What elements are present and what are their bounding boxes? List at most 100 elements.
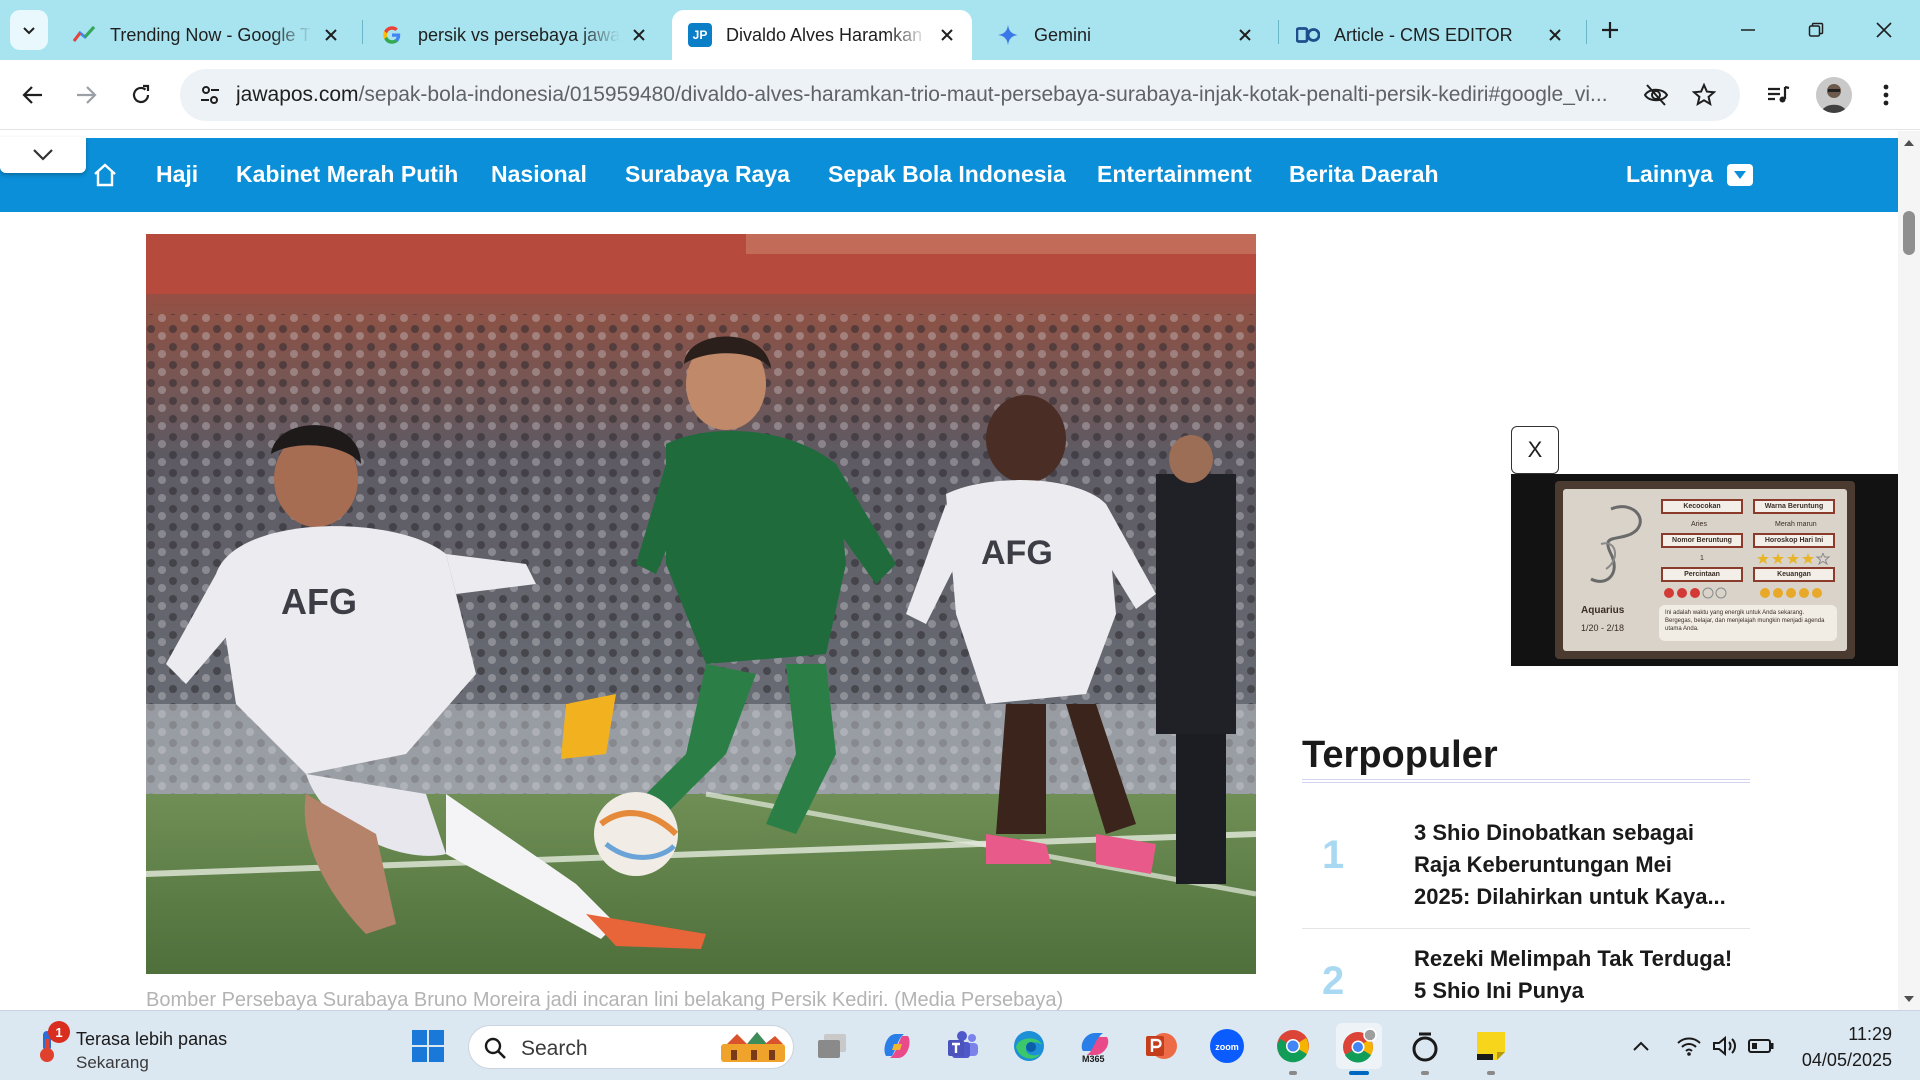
close-icon[interactable]: [1544, 24, 1566, 46]
divider: [1302, 928, 1750, 929]
tab-search-button[interactable]: [10, 10, 48, 50]
speaker-icon: [1713, 1035, 1736, 1057]
taskbar-search[interactable]: Search: [468, 1025, 794, 1069]
show-hidden-icons-button[interactable]: [1626, 1031, 1656, 1061]
windows-logo-icon: [412, 1030, 444, 1062]
jersey-text: AFG: [281, 581, 357, 622]
scrollbar-thumb[interactable]: [1903, 211, 1915, 255]
teams-app[interactable]: [940, 1023, 986, 1069]
address-bar[interactable]: jawapos.com/sepak-bola-indonesia/0159594…: [180, 69, 1740, 121]
url-path: /sepak-bola-indonesia/015959480/divaldo-…: [358, 83, 1608, 106]
chrome-menu-button[interactable]: [1866, 75, 1906, 115]
tab-title: Divaldo Alves Haramkan: [726, 24, 923, 45]
tab-gemini[interactable]: Gemini: [980, 10, 1270, 60]
nav-item-nasional[interactable]: Nasional: [491, 161, 587, 188]
bookmark-button[interactable]: [1688, 79, 1720, 111]
ad-value: Aries: [1691, 521, 1707, 528]
aquarius-illustration-icon: [1590, 505, 1642, 583]
site-info-button[interactable]: [192, 77, 228, 113]
clock-time: 11:29: [1848, 1024, 1892, 1044]
football-match-photo: AFG AFG: [146, 234, 1256, 974]
scroll-down-icon[interactable]: [1903, 993, 1915, 1005]
close-icon[interactable]: [320, 24, 342, 46]
arrow-left-icon: [22, 86, 42, 104]
tab-title: Gemini: [1034, 24, 1092, 45]
image-caption: Bomber Persebaya Surabaya Bruno Moreira …: [146, 989, 1064, 1010]
arrow-right-icon: [77, 86, 97, 104]
home-link[interactable]: [88, 158, 122, 192]
scroll-up-icon[interactable]: [1903, 137, 1915, 149]
svg-text:zoom: zoom: [1215, 1042, 1239, 1052]
ad-dates: 1/20 - 2/18: [1581, 623, 1625, 633]
nav-item-entertainment[interactable]: Entertainment: [1097, 161, 1252, 188]
restore-icon: [1808, 22, 1824, 37]
page-scrollbar[interactable]: [1898, 131, 1920, 1010]
url-text[interactable]: jawapos.com/sepak-bola-indonesia/0159594…: [236, 83, 1626, 107]
collapse-toggle-button[interactable]: [0, 137, 86, 173]
google-trends-icon: [72, 23, 96, 47]
nav-more-dropdown[interactable]: Lainnya: [1626, 161, 1753, 188]
reload-button[interactable]: [121, 75, 161, 115]
popular-rank: 2: [1322, 959, 1345, 1003]
system-clock[interactable]: 11:29 04/05/2025: [1780, 1021, 1892, 1073]
chrome-app[interactable]: [1270, 1023, 1316, 1075]
tab-persik-search[interactable]: persik vs persebaya jawa: [364, 10, 664, 60]
tab-separator: [1586, 20, 1587, 44]
m365-app[interactable]: M365: [1072, 1023, 1118, 1069]
profile-avatar[interactable]: [1816, 77, 1852, 113]
volume-button[interactable]: [1708, 1031, 1742, 1061]
minimize-button[interactable]: [1714, 0, 1782, 60]
copilot-app[interactable]: [874, 1023, 920, 1069]
network-button[interactable]: [1672, 1031, 1706, 1061]
chevron-up-icon: [1633, 1041, 1649, 1051]
sticky-notes-app[interactable]: [1468, 1023, 1514, 1075]
task-view-button[interactable]: [809, 1023, 855, 1069]
sticky-notes-icon: [1477, 1032, 1505, 1060]
copilot-ring-app[interactable]: [1402, 1023, 1448, 1075]
nav-item-kabinet-merah-putih[interactable]: Kabinet Merah Putih: [236, 161, 458, 188]
close-icon[interactable]: [936, 24, 958, 46]
ring-app-icon: [1412, 1032, 1438, 1062]
chevron-down-icon: [23, 27, 35, 35]
popular-headline[interactable]: Rezeki Melimpah Tak Terduga! 5 Shio Ini …: [1414, 943, 1734, 1007]
chrome-profile-app[interactable]: [1336, 1023, 1382, 1075]
close-icon[interactable]: [628, 24, 650, 46]
battery-button[interactable]: [1744, 1031, 1778, 1061]
popular-headline[interactable]: 3 Shio Dinobatkan sebagai Raja Keberuntu…: [1414, 817, 1734, 913]
article-hero-image: AFG AFG: [146, 234, 1256, 974]
new-tab-button[interactable]: [1592, 12, 1628, 48]
tab-cms-editor[interactable]: Article - CMS EDITOR: [1280, 10, 1580, 60]
tab-separator: [362, 20, 363, 44]
nav-item-berita-daerah[interactable]: Berita Daerah: [1289, 161, 1439, 188]
web-page: Haji Kabinet Merah Putih Nasional Suraba…: [0, 131, 1898, 1010]
media-queue-icon: [1768, 85, 1790, 103]
tab-trending[interactable]: Trending Now - Google T: [56, 10, 356, 60]
back-button[interactable]: [13, 75, 53, 115]
tab-jawapos[interactable]: JP Divaldo Alves Haramkan: [672, 10, 972, 60]
teams-icon: [948, 1031, 978, 1058]
popular-item[interactable]: 1 3 Shio Dinobatkan sebagai Raja Keberun…: [1302, 817, 1750, 927]
popular-rank: 1: [1322, 833, 1345, 877]
reload-icon: [132, 84, 150, 104]
battery-icon: [1748, 1039, 1774, 1053]
powerpoint-app[interactable]: [1138, 1023, 1184, 1069]
tracking-protection-button[interactable]: [1640, 79, 1672, 111]
nav-item-haji[interactable]: Haji: [156, 161, 198, 188]
start-button[interactable]: [405, 1023, 451, 1069]
horoscope-ad[interactable]: Aquarius 1/20 - 2/18 Kecocokan Warna Ber…: [1511, 474, 1898, 666]
nav-item-surabaya-raya[interactable]: Surabaya Raya: [625, 161, 790, 188]
ad-close-button[interactable]: X: [1511, 426, 1559, 474]
chevron-down-icon: [33, 149, 53, 161]
weather-widget[interactable]: 1 Terasa lebih panas Sekarang: [26, 1021, 266, 1072]
nav-item-sepak-bola-indonesia[interactable]: Sepak Bola Indonesia: [828, 161, 1066, 188]
zoom-app[interactable]: zoom: [1204, 1023, 1250, 1069]
edge-app[interactable]: [1006, 1023, 1052, 1069]
weather-subtext: Sekarang: [76, 1053, 149, 1072]
close-window-button[interactable]: [1850, 0, 1918, 60]
close-icon[interactable]: [1234, 24, 1256, 46]
media-controls-button[interactable]: [1758, 75, 1798, 115]
restore-button[interactable]: [1782, 0, 1850, 60]
popular-item[interactable]: 2 Rezeki Melimpah Tak Terduga! 5 Shio In…: [1302, 943, 1750, 1010]
chrome-icon: [1277, 1030, 1309, 1063]
forward-button[interactable]: [66, 75, 106, 115]
